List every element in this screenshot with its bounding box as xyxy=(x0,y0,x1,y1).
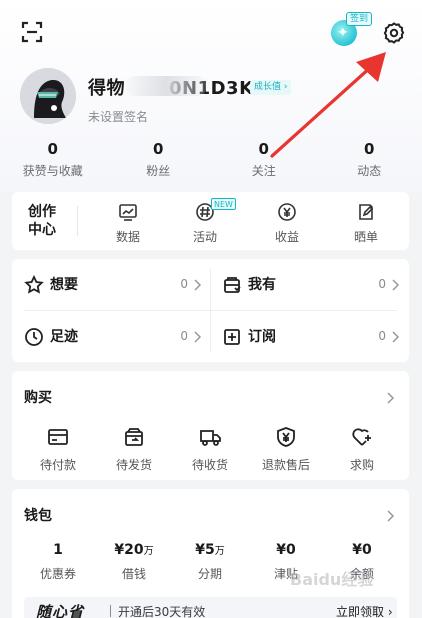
clock-icon xyxy=(24,327,44,347)
owned-label: 我有 xyxy=(248,277,276,293)
wallet-value: ¥5 xyxy=(195,542,215,558)
order-wanted[interactable]: 求购 xyxy=(324,426,400,473)
chevron-right-icon[interactable] xyxy=(385,509,395,523)
stat-following[interactable]: 0 关注 xyxy=(211,140,317,182)
order-label: 待付款 xyxy=(39,458,76,472)
chevron-right-icon xyxy=(392,279,400,291)
divider xyxy=(77,206,78,236)
subscription-count: 0 xyxy=(378,329,386,343)
wardrobe-icon xyxy=(222,275,242,295)
shield-yen-icon xyxy=(275,426,297,448)
creator-item-label: 活动 xyxy=(192,230,217,244)
want-list-item[interactable]: 想要 0 xyxy=(12,259,210,310)
purchase-card: 购买 待付款 待发货 待收货 退款售后 求购 xyxy=(12,371,409,480)
owned-count: 0 xyxy=(378,277,386,291)
signature[interactable]: 未设置签名 xyxy=(88,108,148,125)
profile-header: ✦ 签到 得物 0N1D3K7X 成长值 › 未设置签名 0 获赞与收藏 0 粉丝 xyxy=(0,0,422,192)
wallet-value: ¥0 xyxy=(352,542,372,558)
box-icon xyxy=(123,426,145,448)
star-icon xyxy=(24,274,44,295)
username-redaction xyxy=(126,76,206,96)
gear-icon[interactable] xyxy=(382,21,406,45)
card-icon xyxy=(47,426,69,448)
stat-value: 0 xyxy=(258,140,269,158)
divider xyxy=(110,605,111,617)
stat-label: 获赞与收藏 xyxy=(22,164,83,178)
wallet-label: 借钱 xyxy=(121,567,146,581)
stat-value: 0 xyxy=(364,140,375,158)
stat-fans[interactable]: 0 粉丝 xyxy=(106,140,212,182)
purchase-title[interactable]: 购买 xyxy=(24,387,52,407)
wallet-value: ¥20 xyxy=(114,542,144,558)
chevron-right-icon xyxy=(194,279,202,291)
promo-logo: 随心省 xyxy=(36,603,85,618)
watermark: Baidu经验 xyxy=(290,570,374,589)
order-label: 退款售后 xyxy=(261,458,310,472)
creator-item-activity[interactable]: NEW 活动 xyxy=(175,198,236,245)
wallet-installment[interactable]: ¥5万 分期 xyxy=(172,541,248,582)
wallet-label: 分期 xyxy=(197,567,222,581)
stats-row: 0 获赞与收藏 0 粉丝 0 关注 0 动态 xyxy=(0,140,422,182)
wallet-coupon[interactable]: 1 优惠券 xyxy=(20,541,96,582)
creator-item-label: 数据 xyxy=(115,230,140,244)
stat-value: 0 xyxy=(153,140,164,158)
footprint-list-item[interactable]: 足迹 0 xyxy=(12,311,210,362)
chevron-right-icon xyxy=(194,331,202,343)
heart-plus-icon xyxy=(351,426,373,448)
creator-item-data[interactable]: 数据 xyxy=(98,202,158,245)
collections-card: 想要 0 我有 0 足迹 0 订阅 0 xyxy=(12,259,409,362)
truck-icon xyxy=(199,426,221,448)
wallet-title[interactable]: 钱包 xyxy=(24,505,52,525)
creator-center-card: 创作中心 数据 NEW 活动 收益 晒单 xyxy=(12,192,409,250)
edit-icon xyxy=(356,202,376,222)
creator-item-label: 晒单 xyxy=(353,230,378,244)
order-label: 求购 xyxy=(349,458,374,472)
owned-list-item[interactable]: 我有 0 xyxy=(210,259,408,310)
creator-center-title[interactable]: 创作中心 xyxy=(28,203,58,239)
wallet-value: 1 xyxy=(53,542,63,558)
footprint-count: 0 xyxy=(180,329,188,343)
new-badge: NEW xyxy=(211,198,236,210)
wallet-label: 优惠券 xyxy=(39,567,76,581)
order-pending-payment[interactable]: 待付款 xyxy=(20,426,96,473)
stat-label: 粉丝 xyxy=(146,164,171,178)
wallet-card: 钱包 1 优惠券 ¥20万 借钱 ¥5万 分期 ¥0 津贴 ¥0 余额 随心省 … xyxy=(12,489,409,618)
chevron-right-icon xyxy=(392,331,400,343)
stat-label: 关注 xyxy=(251,164,276,178)
yen-icon xyxy=(277,202,297,222)
stat-label: 动态 xyxy=(357,164,382,178)
order-pending-receipt[interactable]: 待收货 xyxy=(172,426,248,473)
wallet-loan[interactable]: ¥20万 借钱 xyxy=(96,541,172,582)
creator-item-showcase[interactable]: 晒单 xyxy=(336,202,396,245)
creator-item-earnings[interactable]: 收益 xyxy=(257,202,317,245)
scan-icon[interactable] xyxy=(20,20,44,44)
promo-text: 开通后30天有效 xyxy=(118,605,206,618)
wallet-value: ¥0 xyxy=(276,542,296,558)
wallet-unit: 万 xyxy=(214,546,225,557)
wallet-unit: 万 xyxy=(143,546,154,557)
claim-now-button[interactable]: 立即领取 › xyxy=(336,603,393,618)
order-pending-shipment[interactable]: 待发货 xyxy=(96,426,172,473)
avatar[interactable] xyxy=(20,68,76,124)
order-label: 待发货 xyxy=(115,458,152,472)
want-label: 想要 xyxy=(50,277,78,293)
sparkle-icon: ✦ xyxy=(337,25,349,41)
chart-icon xyxy=(118,202,138,222)
footprint-label: 足迹 xyxy=(50,329,78,345)
checkin-badge: 签到 xyxy=(346,12,373,26)
creator-item-label: 收益 xyxy=(274,230,299,244)
growth-badge[interactable]: 成长值 › xyxy=(250,80,292,95)
order-refund[interactable]: 退款售后 xyxy=(248,426,324,473)
stat-value: 0 xyxy=(47,140,58,158)
want-count: 0 xyxy=(180,277,188,291)
stat-likes[interactable]: 0 获赞与收藏 xyxy=(0,140,106,182)
membership-promo[interactable]: 随心省 开通后30天有效 立即领取 › xyxy=(24,597,397,618)
subscription-list-item[interactable]: 订阅 0 xyxy=(210,311,408,362)
stat-posts[interactable]: 0 动态 xyxy=(317,140,422,182)
subscription-label: 订阅 xyxy=(248,329,276,345)
order-label: 待收货 xyxy=(191,458,228,472)
chevron-right-icon[interactable] xyxy=(385,391,395,405)
plus-square-icon xyxy=(222,327,242,347)
